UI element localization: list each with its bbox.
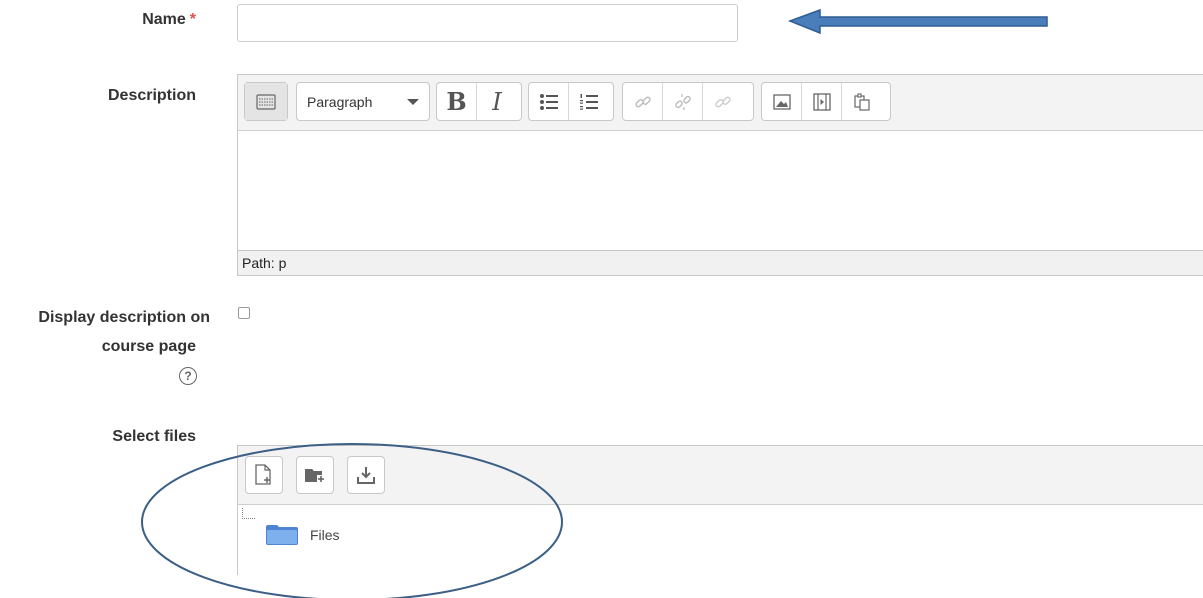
name-input[interactable] <box>237 4 738 42</box>
link-button[interactable] <box>623 83 663 120</box>
description-label: Description <box>107 87 196 104</box>
insert-media-button[interactable] <box>802 83 842 120</box>
toolbar-toggle-button[interactable] <box>245 83 287 120</box>
create-folder-icon <box>305 469 325 483</box>
ordered-list-button[interactable] <box>569 83 609 120</box>
italic-icon: I <box>492 87 502 116</box>
display-description-label: Display description on course page <box>0 303 210 361</box>
bold-button[interactable]: B <box>437 83 477 120</box>
display-description-label-line1: Display description on <box>38 309 210 326</box>
file-manager-toolbar <box>238 446 1203 505</box>
folder-icon[interactable] <box>265 524 299 546</box>
keyboard-icon <box>256 93 276 110</box>
unordered-list-button[interactable] <box>529 83 569 120</box>
clipboard-icon <box>854 92 870 111</box>
editor-toolbar: Paragraph B I <box>238 75 1203 131</box>
toolbar-group-style: B I <box>436 82 522 121</box>
help-icon[interactable]: ? <box>179 367 197 385</box>
annotation-arrow <box>787 8 1048 35</box>
display-description-checkbox[interactable] <box>238 307 250 319</box>
select-files-label: Select files <box>112 428 196 445</box>
unordered-list-icon <box>539 93 558 110</box>
media-icon <box>812 92 831 111</box>
description-text-area[interactable] <box>238 131 1203 251</box>
name-label-text: Name <box>142 11 186 28</box>
add-file-icon <box>255 464 271 485</box>
tree-connector <box>242 508 255 519</box>
name-label: Name * <box>100 11 196 29</box>
create-folder-button[interactable] <box>296 456 334 494</box>
ordered-list-icon <box>580 93 598 110</box>
file-manager: Files <box>237 445 1203 575</box>
help-icon-glyph: ? <box>184 369 192 383</box>
chevron-down-icon <box>407 98 419 105</box>
link-icon <box>634 96 651 107</box>
bold-icon: B <box>446 87 467 116</box>
description-editor: Paragraph B I Path: p <box>237 74 1203 276</box>
paste-button[interactable] <box>842 83 882 120</box>
download-button[interactable] <box>347 456 385 494</box>
anchor-button[interactable] <box>703 83 743 120</box>
toolbar-group-lists <box>528 82 614 121</box>
unlink-button[interactable] <box>663 83 703 120</box>
italic-button[interactable]: I <box>477 83 517 120</box>
toolbar-group-toggle <box>244 82 288 121</box>
insert-image-button[interactable] <box>762 83 802 120</box>
image-icon <box>772 93 791 110</box>
download-icon <box>357 467 375 484</box>
toolbar-group-format: Paragraph <box>296 82 430 121</box>
editor-path-bar: Path: p <box>238 250 1203 275</box>
add-file-button[interactable] <box>245 456 283 494</box>
paragraph-format-value: Paragraph <box>307 93 373 110</box>
paragraph-format-select[interactable]: Paragraph <box>297 83 429 120</box>
required-marker: * <box>189 11 196 28</box>
display-description-label-line2: course page <box>101 338 196 355</box>
anchor-link-icon <box>715 96 731 107</box>
folder-label-files[interactable]: Files <box>310 527 340 543</box>
toolbar-group-media <box>761 82 891 121</box>
toolbar-group-links <box>622 82 754 121</box>
unlink-icon <box>674 93 691 110</box>
